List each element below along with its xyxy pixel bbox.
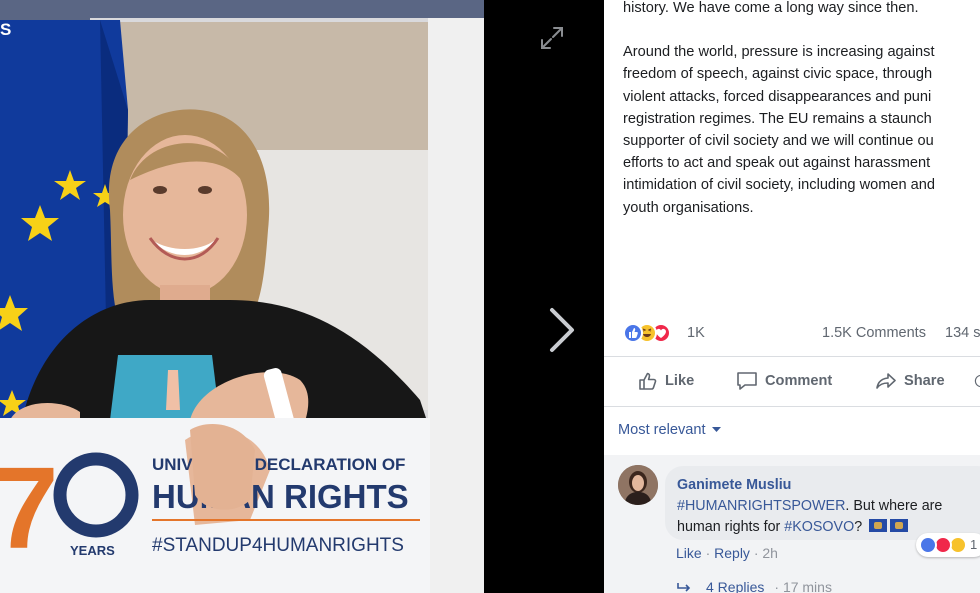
view-replies-link[interactable]: 4 Replies · 17 mins bbox=[676, 579, 832, 593]
more-reactions-button[interactable] bbox=[974, 368, 980, 394]
hashtag-link[interactable]: #HUMANRIGHTSPOWER bbox=[677, 498, 845, 514]
share-icon bbox=[876, 373, 896, 389]
comment-text: ? bbox=[854, 519, 863, 535]
hashtag-link[interactable]: #KOSOVO bbox=[784, 519, 854, 535]
comment-like-link[interactable]: Like bbox=[676, 545, 702, 561]
reply-arrow-icon bbox=[677, 583, 691, 592]
comment-reply-link[interactable]: Reply bbox=[714, 545, 750, 561]
avatar-image bbox=[618, 465, 658, 505]
caret-down-icon bbox=[711, 427, 721, 432]
thumbs-up-icon bbox=[639, 372, 657, 390]
replies-time: · 17 mins bbox=[774, 579, 832, 593]
post-line: Around the world, pressure is increasing… bbox=[623, 44, 935, 61]
like-label: Like bbox=[665, 373, 695, 389]
kosovo-flag-icon bbox=[869, 519, 888, 532]
comment-sort-dropdown[interactable]: Most relevant bbox=[618, 422, 721, 438]
comment-text: . But where are bbox=[845, 498, 943, 514]
sort-label: Most relevant bbox=[618, 422, 706, 438]
photo-illustration: 7 YEARS UNIVERSAL DECLARATION OF HUMAN R… bbox=[0, 0, 484, 593]
post-line: registration regimes. The EU remains a s… bbox=[623, 110, 932, 127]
expand-icon[interactable] bbox=[538, 24, 566, 52]
separator: · bbox=[705, 545, 715, 561]
banner-years: YEARS bbox=[70, 543, 115, 558]
divider bbox=[604, 406, 980, 407]
comment-icon bbox=[737, 372, 757, 390]
post-line: supporter of civil society and we will c… bbox=[623, 133, 934, 150]
post-line: youth organisations. bbox=[623, 199, 754, 216]
post-paragraph-2: Around the world, pressure is increasing… bbox=[623, 41, 980, 219]
comment-button[interactable]: Comment bbox=[735, 368, 832, 394]
photo-viewer: 7 YEARS UNIVERSAL DECLARATION OF HUMAN R… bbox=[0, 0, 604, 593]
post-line: freedom of speech, against civic space, … bbox=[623, 66, 933, 83]
banner-title-top: UNIVERSAL DECLARATION OF bbox=[152, 455, 405, 474]
comment-time[interactable]: 2h bbox=[762, 545, 778, 561]
banner-70: 7 bbox=[0, 443, 59, 573]
comment-meta: Like · Reply · 2h bbox=[676, 545, 778, 561]
post-paragraph-1: history. We have come a long way since t… bbox=[623, 0, 980, 19]
comment-bubble: Ganimete Musliu #HUMANRIGHTSPOWER. But w… bbox=[665, 466, 980, 540]
post-photo[interactable]: 7 YEARS UNIVERSAL DECLARATION OF HUMAN R… bbox=[0, 0, 484, 593]
banner-hashtag: #STANDUP4HUMANRIGHTS bbox=[152, 535, 404, 556]
like-reaction-icon bbox=[623, 323, 643, 343]
replies-time-value: 17 mins bbox=[782, 579, 832, 593]
next-photo-icon[interactable] bbox=[542, 300, 582, 360]
post-panel: history. We have come a long way since t… bbox=[604, 0, 980, 593]
like-reaction-icon bbox=[919, 536, 937, 554]
reaction-count[interactable]: 1K bbox=[687, 325, 705, 341]
like-button[interactable]: Like bbox=[637, 368, 694, 394]
share-button[interactable]: Share bbox=[874, 368, 945, 394]
post-line: intimidation of civil society, including… bbox=[623, 177, 936, 194]
avatar[interactable] bbox=[618, 465, 658, 505]
smiley-icon bbox=[974, 374, 980, 388]
share-label: Share bbox=[904, 373, 945, 389]
replies-count: 4 Replies bbox=[706, 579, 765, 593]
divider bbox=[604, 356, 980, 357]
comment-text: human rights for bbox=[677, 519, 785, 535]
shares-count[interactable]: 134 s bbox=[945, 325, 980, 341]
comments-count[interactable]: 1.5K Comments bbox=[822, 325, 926, 341]
post-line: efforts to act and speak out against har… bbox=[623, 155, 931, 172]
comment-reaction-count: 1 bbox=[970, 537, 978, 552]
post-line: history. We have come a long way since t… bbox=[623, 0, 919, 16]
reactions-summary[interactable]: 1K 1.5K Comments 134 s bbox=[623, 322, 980, 344]
post-text: history. We have come a long way since t… bbox=[623, 0, 980, 241]
photo-counter: S bbox=[0, 20, 12, 39]
kosovo-flag-icon bbox=[890, 519, 909, 532]
post-line: violent attacks, forced disappearances a… bbox=[623, 88, 932, 105]
comment-author[interactable]: Ganimete Musliu bbox=[677, 477, 791, 493]
comment-label: Comment bbox=[765, 373, 833, 389]
banner-title-main: HUMAN RIGHTS bbox=[152, 478, 409, 515]
comment-reactions[interactable]: 1 bbox=[916, 533, 980, 557]
post-actions: Like Comment Share bbox=[604, 358, 980, 404]
